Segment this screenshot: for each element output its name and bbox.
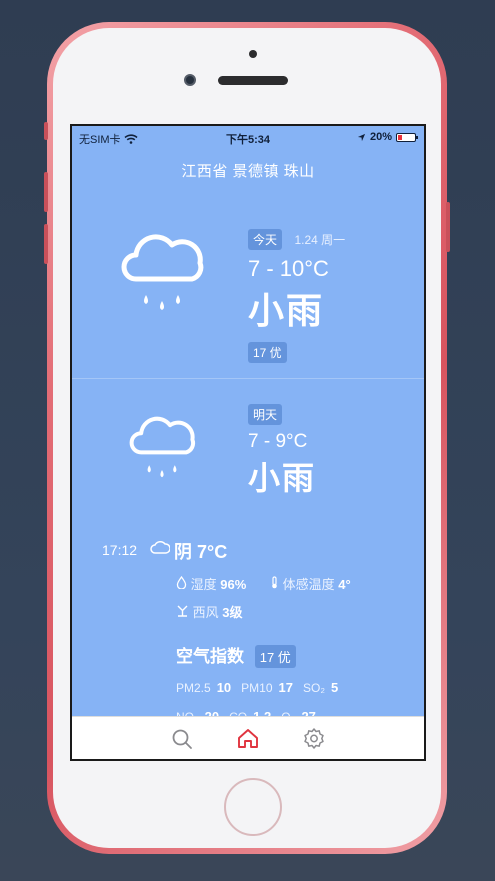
so2-value: 5 <box>330 680 339 695</box>
today-condition: 小雨 <box>248 290 325 331</box>
current-condition-temp: 阴 7°C <box>174 542 228 562</box>
air-quality-title: 空气指数 <box>176 647 244 666</box>
today-date: 1.24 周一 <box>294 233 346 247</box>
pm10-label: PM10 <box>241 681 273 695</box>
rain-cloud-icon <box>121 234 204 310</box>
tomorrow-temp-range: 7 - 9°C <box>248 431 308 452</box>
so2-label: SO₂ <box>302 681 325 695</box>
air-quality-row-1: PM2.5 10 PM10 17 SO₂ 5 <box>176 680 348 695</box>
search-icon[interactable] <box>170 727 194 751</box>
air-quality-badge: 17 优 <box>254 645 296 668</box>
feels-like-label: 体感温度 <box>282 577 335 592</box>
section-divider <box>72 378 424 379</box>
tomorrow-condition: 小雨 <box>248 460 317 496</box>
tab-bar <box>72 716 424 759</box>
earpiece-speaker <box>218 76 288 85</box>
wind-detail: 西风 3级 <box>176 602 243 621</box>
thermometer-icon <box>272 576 277 589</box>
windmill-icon <box>177 605 188 617</box>
water-drop-icon <box>176 575 187 590</box>
battery-icon <box>396 132 418 142</box>
location-title[interactable]: 江西省 景德镇 珠山 <box>72 160 424 181</box>
home-icon[interactable] <box>236 727 260 751</box>
volume-up-button <box>44 172 48 212</box>
settings-icon[interactable] <box>302 727 326 751</box>
status-bar: 无SIM卡 下午5:34 20% <box>72 126 424 148</box>
air-quality-section: 空气指数 17 优 <box>176 642 296 668</box>
feels-like-value: 4° <box>338 577 351 592</box>
today-aqi-badge: 17 优 <box>248 342 287 363</box>
app-screen: 无SIM卡 下午5:34 20% 江西省 景德镇 珠山 今天 1.24 周一 7… <box>70 124 426 761</box>
humidity-detail: 湿度 96% <box>176 574 246 593</box>
wind-level: 3级 <box>222 605 243 620</box>
today-temp-range: 7 - 10°C <box>248 256 329 281</box>
volume-down-button <box>44 224 48 264</box>
today-tag: 今天 <box>248 229 283 250</box>
proximity-sensor <box>249 50 257 58</box>
current-time: 17:12 <box>102 542 138 558</box>
humidity-label: 湿度 <box>190 577 217 592</box>
location-arrow-icon <box>357 133 366 141</box>
rain-cloud-icon <box>129 416 196 478</box>
front-camera <box>184 74 196 86</box>
battery-percent: 20% <box>369 131 392 143</box>
humidity-value: 96% <box>220 577 247 592</box>
home-button[interactable] <box>224 778 282 836</box>
tomorrow-tag: 明天 <box>248 404 283 425</box>
pm25-label: PM2.5 <box>176 681 211 695</box>
pm10-value: 17 <box>278 680 293 695</box>
power-button <box>446 202 450 252</box>
wind-direction: 西风 <box>192 605 219 620</box>
pm25-value: 10 <box>216 680 232 695</box>
mute-switch <box>44 122 48 140</box>
cloud-icon <box>150 541 170 554</box>
feels-like-detail: 体感温度 4° <box>270 574 351 593</box>
